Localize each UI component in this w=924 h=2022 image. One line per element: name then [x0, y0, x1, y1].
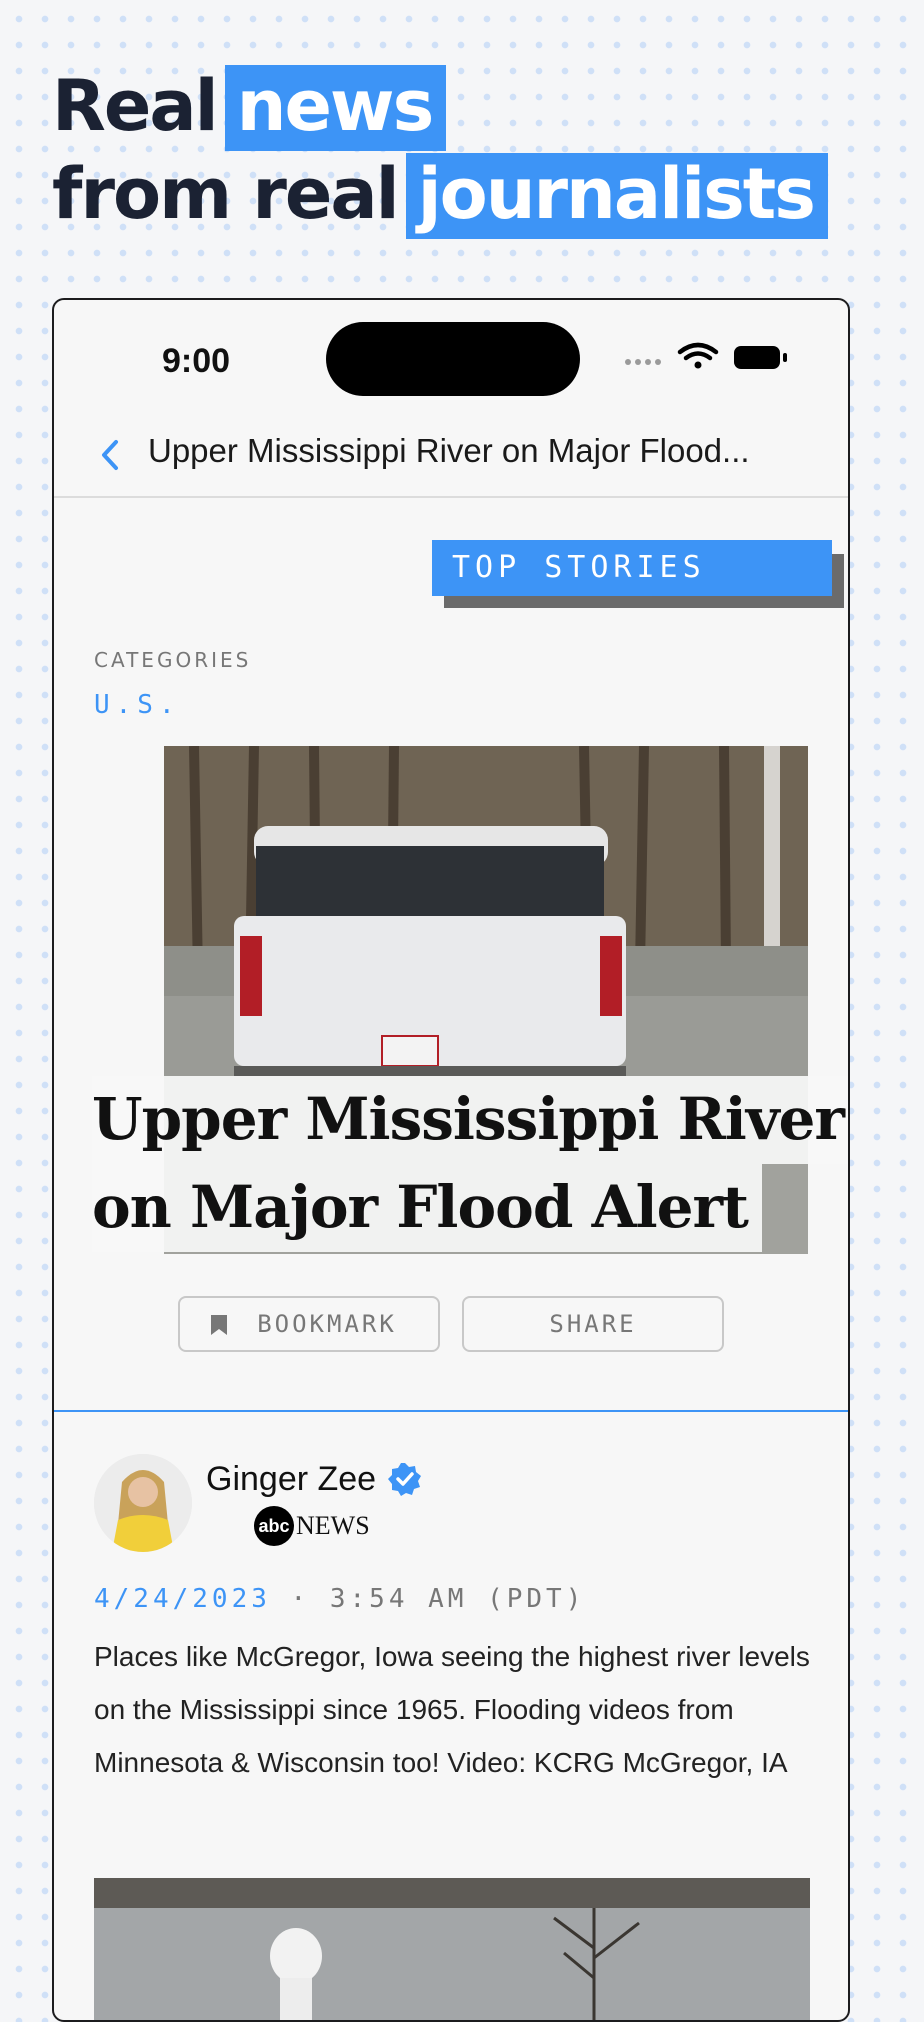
outlet-name: NEWS: [296, 1511, 370, 1540]
status-time: 9:00: [162, 342, 231, 380]
abc-logo-circle: abc: [254, 1506, 294, 1546]
post-timestamp: 4/24/2023 · 3:54 AM (PDT): [94, 1584, 585, 1614]
story-title: Upper Mississippi River on Major Flood A…: [92, 1076, 848, 1252]
outlet-logo: abc NEWS: [254, 1506, 370, 1546]
status-icons: [625, 342, 787, 369]
nav-title: Upper Mississippi River on Major Flood..…: [148, 432, 750, 469]
video-thumbnail[interactable]: [94, 1878, 810, 2022]
bookmark-button[interactable]: BOOKMARK: [178, 1296, 440, 1352]
promo-headline: Real news from real journalists: [52, 62, 828, 239]
nav-bar: Upper Mississippi River on Major Flood..…: [54, 412, 848, 498]
headline-highlight-2: journalists: [405, 153, 828, 239]
story-title-line-1: Upper Mississippi River: [92, 1076, 848, 1164]
headline-plain-1: Real: [52, 65, 219, 147]
phone-frame: 9:00 Upper Mississippi River on Major Fl…: [52, 298, 850, 2022]
wifi-icon: [677, 342, 719, 369]
headline-line-2: from real journalists: [52, 150, 828, 239]
category-link[interactable]: U.S.: [94, 690, 181, 720]
section-divider: [54, 1410, 848, 1412]
author-name[interactable]: Ginger Zee: [206, 1460, 376, 1499]
battery-icon: [734, 346, 787, 369]
back-chevron-icon[interactable]: [94, 438, 128, 472]
headline-plain-2: from real: [52, 153, 400, 235]
verified-badge-icon: [388, 1463, 421, 1496]
headline-line-1: Real news: [52, 62, 828, 151]
post-body: Places like McGregor, Iowa seeing the hi…: [94, 1641, 810, 1778]
bookmark-icon: [211, 1315, 227, 1335]
categories-label: CATEGORIES: [94, 648, 252, 672]
top-stories-tag[interactable]: TOP STORIES: [432, 540, 832, 596]
share-button[interactable]: SHARE: [462, 1296, 724, 1352]
post-time: 3:54 AM (PDT): [329, 1584, 586, 1614]
timestamp-separator: ·: [290, 1584, 311, 1614]
avatar[interactable]: [94, 1454, 192, 1552]
share-label: SHARE: [549, 1310, 637, 1338]
dynamic-island: [326, 322, 580, 396]
headline-highlight-1: news: [224, 65, 447, 151]
bookmark-label: BOOKMARK: [257, 1310, 397, 1338]
cellular-signal-icon: [625, 359, 661, 365]
post-date: 4/24/2023: [94, 1584, 271, 1614]
story-title-line-2: on Major Flood Alert: [92, 1164, 762, 1252]
